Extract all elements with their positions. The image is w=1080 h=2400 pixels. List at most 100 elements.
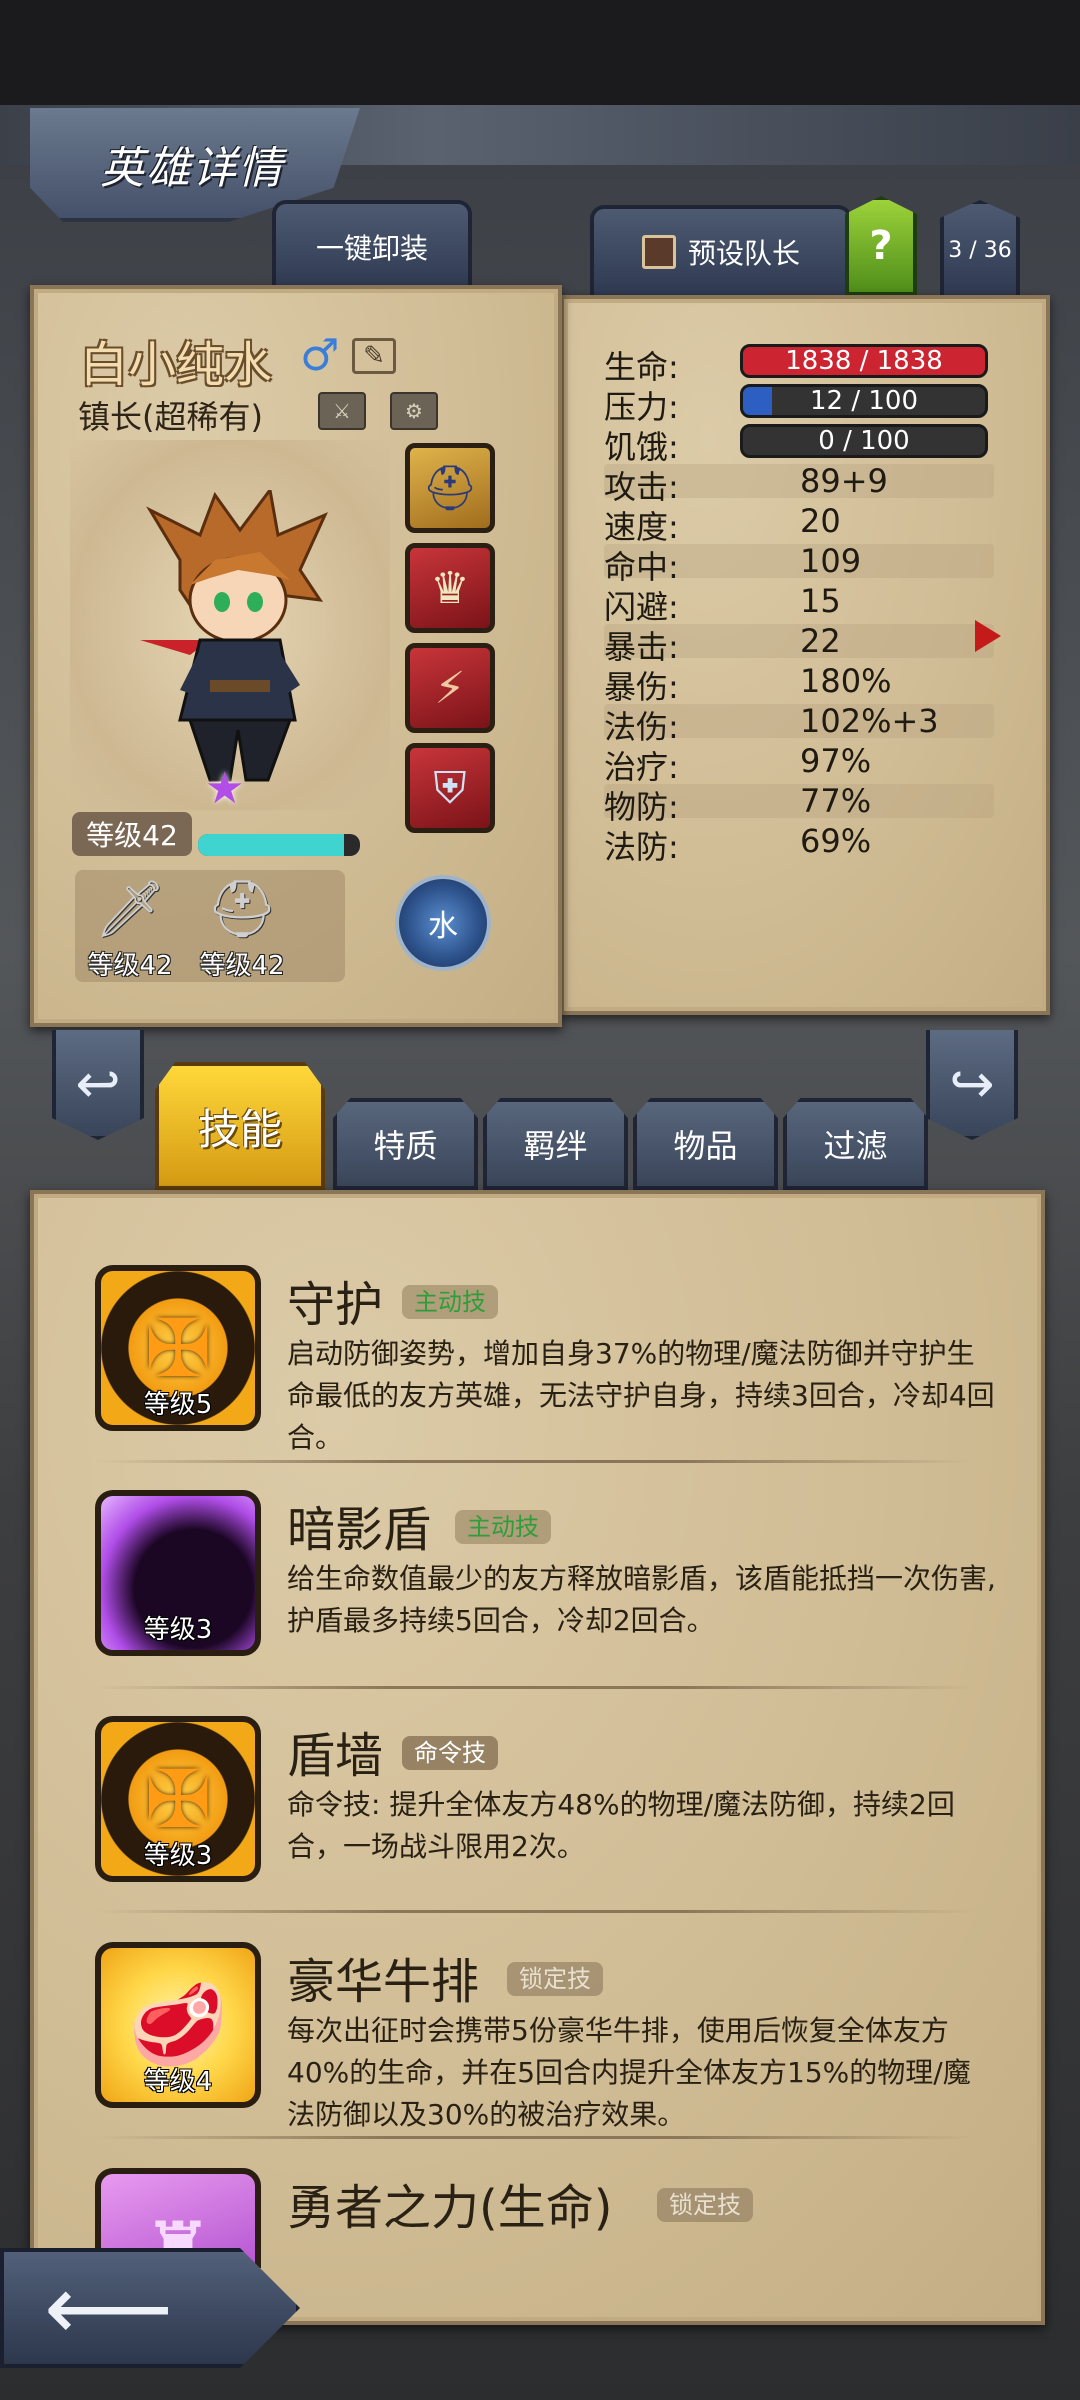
stat-value: 97%	[800, 742, 872, 780]
skill-description: 命令技: 提升全体友方48%的物理/魔法防御，持续2回合，一场战斗限用2次。	[287, 1788, 955, 1863]
stat-bar-row: 饥饿: 0 / 100	[604, 422, 994, 466]
stat-label: 法防:	[604, 828, 679, 866]
divider	[95, 1460, 975, 1463]
help-button[interactable]: ?	[845, 196, 917, 296]
stat-row: 法伤: 102%+3	[604, 702, 994, 746]
stat-row: 暴伤: 180%	[604, 662, 994, 706]
steak-icon: 🥩	[128, 1978, 228, 2071]
tab-skills[interactable]: 技能	[155, 1062, 325, 1190]
preset-captain-toggle[interactable]: 预设队长	[590, 205, 852, 295]
skill-level: 等级5	[143, 1390, 213, 1420]
stat-row: 速度: 20	[604, 502, 994, 546]
skill-level: 等级3	[143, 1615, 213, 1645]
class-trait-icon[interactable]: ⚔	[318, 392, 366, 430]
stat-value: 180%	[800, 662, 892, 700]
sword-icon: 🗡	[94, 877, 166, 942]
tab-filter[interactable]: 过滤	[783, 1098, 928, 1190]
stat-bar-text: 12 / 100	[810, 386, 918, 416]
arrow-right-icon: ↪	[949, 1051, 995, 1115]
skill-icon[interactable]: ✠ 等级3	[95, 1716, 261, 1882]
rename-pencil-icon[interactable]: ✎	[352, 338, 396, 374]
stat-bar: 12 / 100	[740, 384, 988, 418]
tab-traits[interactable]: 特质	[333, 1098, 478, 1190]
preset-captain-label: 预设队长	[687, 237, 800, 270]
stat-value: 69%	[800, 822, 872, 860]
skill-icon[interactable]: 🥩 等级4	[95, 1942, 261, 2108]
xp-bar	[198, 834, 360, 856]
skill-type-badge: 主动技	[402, 1285, 498, 1319]
arrow-left-icon: ↩	[75, 1051, 121, 1115]
stat-bar-text: 0 / 100	[818, 426, 910, 456]
stat-value: 22	[800, 622, 841, 660]
stat-row: 暴击: 22	[604, 622, 994, 666]
skill-description: 启动防御姿势，增加自身37%的物理/魔法防御并守护生命最低的友方英雄，无法守护自…	[287, 1337, 995, 1454]
gear-helmet-level: 等级42	[199, 951, 285, 981]
skill-icon[interactable]: ✠ 等级5	[95, 1265, 261, 1431]
stat-bar-row: 生命: 1838 / 1838	[604, 342, 994, 386]
xp-bar-fill	[198, 834, 344, 856]
skill-description: 每次出征时会携带5份豪华牛排，使用后恢复全体友方40%的生命，并在5回合内提升全…	[287, 2014, 971, 2131]
equipment-slot-helmet[interactable]: ⛑	[405, 443, 495, 533]
previous-hero-button[interactable]: ↩	[52, 1030, 144, 1140]
skill-type-badge: 主动技	[455, 1510, 551, 1544]
stat-bar: 1838 / 1838	[740, 344, 988, 378]
skill-name: 盾墙	[287, 1728, 384, 1784]
hero-name: 白小纯水	[80, 337, 273, 393]
bracer-icon: ⚡	[434, 662, 466, 714]
next-hero-button[interactable]: ↪	[926, 1030, 1018, 1140]
hero-counter: 3 / 36	[940, 200, 1020, 300]
skill-type-badge: 锁定技	[657, 2188, 753, 2222]
equipment-slot-armor[interactable]: ⛨	[405, 743, 495, 833]
unequip-all-button[interactable]: 一键卸装	[272, 200, 472, 290]
tab-bonds[interactable]: 羁绊	[483, 1098, 628, 1190]
skill-name: 守护	[287, 1277, 384, 1333]
divider	[95, 1686, 975, 1689]
skill-level: 等级3	[143, 1841, 213, 1871]
divider	[95, 2136, 975, 2139]
skill-name: 勇者之力(生命)	[287, 2180, 613, 2236]
skill-type-badge: 锁定技	[507, 1962, 603, 1996]
skill-type-badge: 命令技	[402, 1736, 498, 1770]
preset-captain-checkbox[interactable]	[641, 235, 676, 269]
gear-row: 🗡 等级42 ⛑ 等级42	[75, 870, 345, 982]
divider	[95, 1910, 975, 1913]
cross-shield-icon: ✠	[144, 1752, 212, 1846]
skill-level: 等级4	[143, 2067, 213, 2097]
cross-shield-icon: ✠	[144, 1301, 212, 1395]
hero-class: 镇长(超稀有)	[78, 398, 263, 436]
hero-portrait	[140, 490, 328, 782]
stat-value: 89+9	[800, 462, 888, 500]
stat-bar-row: 压力: 12 / 100	[604, 382, 994, 426]
stat-row: 命中: 109	[604, 542, 994, 586]
gear-helmet[interactable]: ⛑ 等级42	[187, 875, 297, 982]
stats-expand-arrow-icon[interactable]	[975, 620, 1001, 652]
page-title: 英雄详情	[100, 143, 284, 194]
star-rank-icon: ★	[205, 763, 245, 814]
helmet-icon: ⛑	[422, 463, 478, 514]
element-badge[interactable]: 水	[395, 875, 491, 971]
equipment-slot-bracer[interactable]: ⚡	[405, 643, 495, 733]
stat-row: 攻击: 89+9	[604, 462, 994, 506]
tab-items[interactable]: 物品	[633, 1098, 778, 1190]
gear-weapon-level: 等级42	[87, 951, 173, 981]
skill-name: 暗影盾	[287, 1502, 432, 1558]
gear-weapon[interactable]: 🗡 等级42	[75, 875, 185, 982]
equipment-slot-winged-helmet[interactable]: ♛	[405, 543, 495, 633]
stat-value: 109	[800, 542, 862, 580]
stat-row: 治疗: 97%	[604, 742, 994, 786]
stat-row: 物防: 77%	[604, 782, 994, 826]
skill-icon[interactable]: 等级3	[95, 1490, 261, 1656]
stat-value: 15	[800, 582, 841, 620]
status-bar	[0, 0, 1080, 105]
stat-value: 20	[800, 502, 841, 540]
winged-helmet-icon: ♛	[430, 562, 470, 614]
race-trait-icon[interactable]: ⚙	[390, 392, 438, 430]
arrow-back-icon: ⟵	[44, 2255, 174, 2361]
skill-description: 给生命数值最少的友方释放暗影盾，该盾能抵挡一次伤害, 护盾最多持续5回合，冷却2…	[287, 1562, 996, 1637]
stat-value: 77%	[800, 782, 872, 820]
skill-name: 豪华牛排	[287, 1954, 480, 2010]
male-gender-icon: ♂	[300, 330, 340, 381]
back-button[interactable]: ⟵	[0, 2248, 300, 2368]
stat-bar-text: 1838 / 1838	[785, 346, 943, 376]
stat-value: 102%+3	[800, 702, 939, 740]
